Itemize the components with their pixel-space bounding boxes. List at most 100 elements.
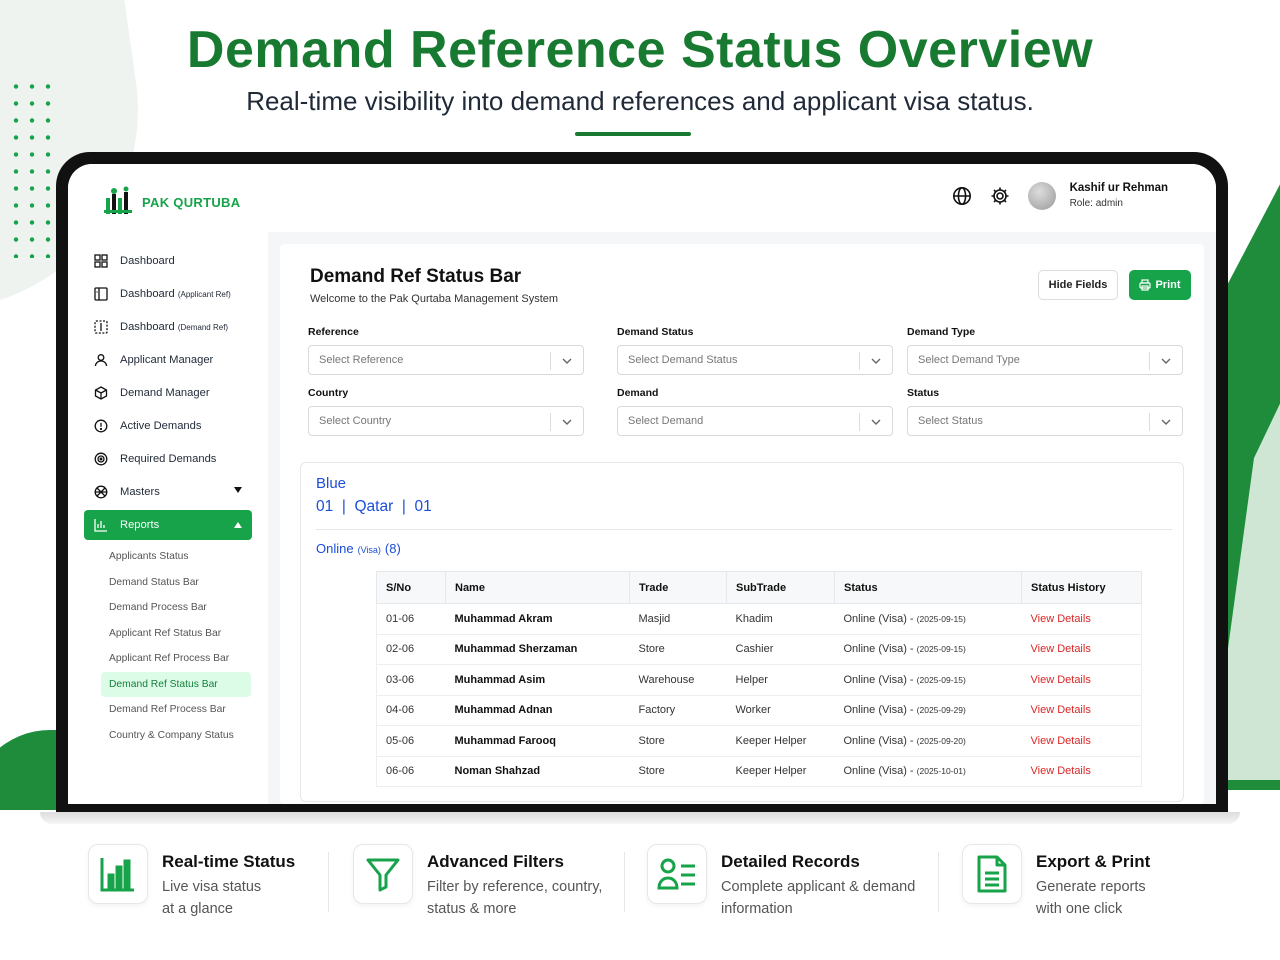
sidebar-item-required-demands[interactable]: Required Demands [84, 442, 252, 475]
feature-description: Generate reports with one click [1036, 879, 1146, 917]
view-details-link[interactable]: View Details [1021, 756, 1142, 787]
view-details-link[interactable]: View Details [1021, 603, 1142, 635]
table-row: 04-06 Muhammad Adnan Factory Worker Onli… [376, 695, 1142, 726]
cell-status: Online (Visa) - (2025-09-15) [834, 634, 1022, 665]
sidebar-item-label: Dashboard (Applicant Ref) [120, 287, 231, 300]
view-details-link[interactable]: View Details [1021, 725, 1142, 757]
column-header[interactable]: Trade [629, 571, 727, 604]
brand-logo[interactable]: PAK QURTUBA [102, 186, 240, 218]
feature-realtime-status: Real-time Status Live visa status at a gl… [88, 844, 295, 920]
bar-chart-icon [88, 844, 148, 904]
cell-trade: Warehouse [629, 664, 727, 696]
cell-subtrade: Khadim [726, 603, 835, 635]
features-row: Real-time Status Live visa status at a gl… [0, 844, 1280, 934]
feature-description: Filter by reference, country, status & mo… [427, 879, 603, 917]
sidebar-item-label: Masters [120, 485, 160, 498]
user-info[interactable]: Kashif ur Rehman Role: admin [1070, 180, 1168, 212]
submenu-item[interactable]: Demand Status Bar [84, 570, 252, 596]
laptop-base [40, 812, 1240, 824]
sidebar-item-dashboard-applicant-ref[interactable]: Dashboard (Applicant Ref) [84, 277, 252, 310]
filter-icon [353, 844, 413, 904]
select-placeholder: Select Country [319, 415, 392, 427]
reference-select[interactable]: Select Reference [308, 345, 584, 375]
cell-status: Online (Visa) - (2025-10-01) [834, 756, 1022, 787]
filter-label: Reference [308, 326, 359, 338]
demand-select[interactable]: Select Demand [617, 406, 893, 436]
sidebar-item-applicant-manager[interactable]: Applicant Manager [84, 343, 252, 376]
sidebar-item-demand-manager[interactable]: Demand Manager [84, 376, 252, 409]
submenu-item[interactable]: Applicant Ref Status Bar [84, 621, 252, 647]
view-details-link[interactable]: View Details [1021, 695, 1142, 726]
column-header[interactable]: S/No [376, 571, 446, 604]
sidebar-item-masters[interactable]: Masters [84, 475, 252, 508]
gear-icon[interactable] [988, 184, 1012, 208]
chevron-down-icon [562, 419, 572, 425]
main-panel: Demand Ref Status Bar Welcome to the Pak… [280, 244, 1204, 804]
brand-name: PAK QURTUBA [142, 194, 241, 210]
demand-type-select[interactable]: Select Demand Type [907, 345, 1183, 375]
submenu-item[interactable]: Country & Company Status [84, 723, 252, 749]
submenu-item[interactable]: Demand Ref Process Bar [84, 697, 252, 723]
cell-subtrade: Keeper Helper [726, 756, 835, 787]
view-details-link[interactable]: View Details [1021, 664, 1142, 696]
cell-name: Noman Shahzad [445, 756, 630, 787]
column-header[interactable]: Status History [1021, 571, 1142, 604]
filter-country: Country Select Country [308, 387, 584, 436]
submenu-item[interactable]: Demand Process Bar [84, 595, 252, 621]
top-actions: Kashif ur Rehman Role: admin [950, 180, 1168, 212]
sidebar-item-dashboard-demand-ref[interactable]: Dashboard (Demand Ref) [84, 310, 252, 343]
select-placeholder: Select Demand [628, 415, 704, 427]
hide-fields-button[interactable]: Hide Fields [1038, 270, 1118, 300]
feature-title: Real-time Status [162, 852, 296, 871]
sidebar-nav: Dashboard Dashboard (Applicant Ref) Dash… [84, 244, 252, 748]
user-role: Role: admin [1069, 198, 1123, 209]
filter-label: Demand [617, 387, 659, 399]
chevron-down-icon [1161, 358, 1171, 364]
sidebar-item-label: Active Demands [120, 419, 202, 432]
cell-trade: Store [629, 634, 727, 665]
submenu-item[interactable]: Applicant Ref Process Bar [84, 646, 252, 672]
laptop-frame: PAK QURTUBA Kashif ur Rehman Role: admin… [56, 152, 1228, 816]
sidebar-item-reports[interactable]: Reports [84, 510, 252, 540]
select-separator [550, 352, 551, 370]
select-placeholder: Select Demand Type [918, 354, 1020, 366]
feature-title: Export & Print [1036, 852, 1151, 871]
sidebar-item-dashboard[interactable]: Dashboard [84, 244, 252, 277]
avatar[interactable] [1027, 182, 1056, 210]
filter-reference: Reference Select Reference [308, 326, 584, 375]
reference-name: Blue [316, 475, 347, 492]
country-select[interactable]: Select Country [308, 406, 584, 436]
print-button[interactable]: Print [1129, 270, 1191, 300]
select-separator [859, 352, 860, 370]
status-group-header: Online (Visa) (8) [316, 541, 401, 556]
feature-title: Detailed Records [721, 852, 860, 871]
status-select[interactable]: Select Status [907, 406, 1183, 436]
page-subtitle: Welcome to the Pak Qurtaba Management Sy… [310, 293, 559, 305]
select-placeholder: Select Reference [319, 354, 404, 366]
user-list-icon [647, 844, 707, 904]
filter-status: Status Select Status [907, 387, 1183, 436]
status-group-label: Online [316, 541, 354, 556]
submenu-item-active[interactable]: Demand Ref Status Bar [101, 671, 251, 697]
filter-label: Status [907, 387, 940, 399]
sidebar-item-active-demands[interactable]: Active Demands [84, 409, 252, 442]
globe-icon[interactable] [950, 184, 974, 208]
globe-grid-icon [94, 485, 108, 498]
column-header[interactable]: SubTrade [726, 571, 835, 604]
column-header[interactable]: Status [834, 571, 1022, 604]
user-icon [94, 353, 108, 366]
table-row: 06-06 Noman Shahzad Store Keeper Helper … [376, 756, 1142, 787]
cell-trade: Masjid [629, 603, 727, 635]
caret-up-icon [234, 522, 242, 528]
cell-subtrade: Cashier [726, 634, 835, 665]
demand-status-select[interactable]: Select Demand Status [617, 345, 893, 375]
sidebar-item-label: Applicant Manager [120, 353, 214, 366]
divider [316, 529, 1172, 530]
submenu-item[interactable]: Applicants Status [84, 544, 252, 570]
cell-name: Muhammad Sherzaman [445, 634, 630, 665]
cell-trade: Store [629, 756, 727, 787]
top-bar: PAK QURTUBA Kashif ur Rehman Role: admin [68, 164, 1216, 232]
reference-code: 01 | Qatar | 01 [316, 498, 432, 515]
view-details-link[interactable]: View Details [1021, 634, 1142, 665]
column-header[interactable]: Name [445, 571, 630, 604]
